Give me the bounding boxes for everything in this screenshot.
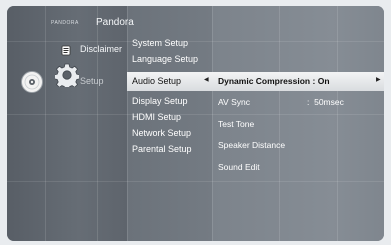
menu-item-disclaimer[interactable]: Disclaimer: [80, 44, 122, 54]
menu-item-language-setup[interactable]: Language Setup: [132, 54, 198, 64]
submenu-item-test-tone[interactable]: Test Tone: [218, 119, 254, 129]
av-sync-value-group: : 50msec: [307, 97, 344, 107]
submenu-item-dynamic-compression[interactable]: Dynamic Compression : On: [218, 76, 330, 86]
divider-line: [7, 181, 384, 182]
submenu-item-sound-edit[interactable]: Sound Edit: [218, 162, 260, 172]
av-sync-value: 50msec: [314, 97, 344, 107]
disc-icon: [20, 70, 44, 99]
submenu-item-speaker-distance[interactable]: Speaker Distance: [218, 140, 285, 150]
divider-line: [7, 114, 384, 115]
pandora-brand-mark: PANDORA: [51, 20, 79, 26]
document-icon: [61, 43, 71, 61]
menu-item-display-setup[interactable]: Display Setup: [132, 96, 188, 106]
screen: PANDORA Pandora Disclaimer Setup System …: [0, 0, 391, 245]
av-sync-label: AV Sync: [218, 97, 250, 107]
gear-icon[interactable]: [53, 63, 81, 92]
menu-item-pandora[interactable]: Pandora: [96, 17, 134, 28]
menu-item-system-setup[interactable]: System Setup: [132, 38, 188, 48]
dynamic-compression-value: On: [317, 76, 330, 86]
menu-item-audio-setup[interactable]: Audio Setup: [132, 76, 181, 86]
menu-item-setup[interactable]: Setup: [80, 76, 104, 86]
menu-item-hdmi-setup[interactable]: HDMI Setup: [132, 112, 181, 122]
divider-line: [7, 41, 384, 42]
chevron-right-icon: ▶: [376, 77, 381, 83]
menu-panel: PANDORA Pandora Disclaimer Setup System …: [7, 6, 384, 241]
dynamic-compression-label: Dynamic Compression: [218, 76, 311, 86]
submenu-item-av-sync[interactable]: AV Sync: [218, 97, 250, 107]
menu-item-network-setup[interactable]: Network Setup: [132, 128, 191, 138]
menu-item-parental-setup[interactable]: Parental Setup: [132, 144, 192, 154]
chevron-left-icon: ◀: [204, 77, 209, 83]
